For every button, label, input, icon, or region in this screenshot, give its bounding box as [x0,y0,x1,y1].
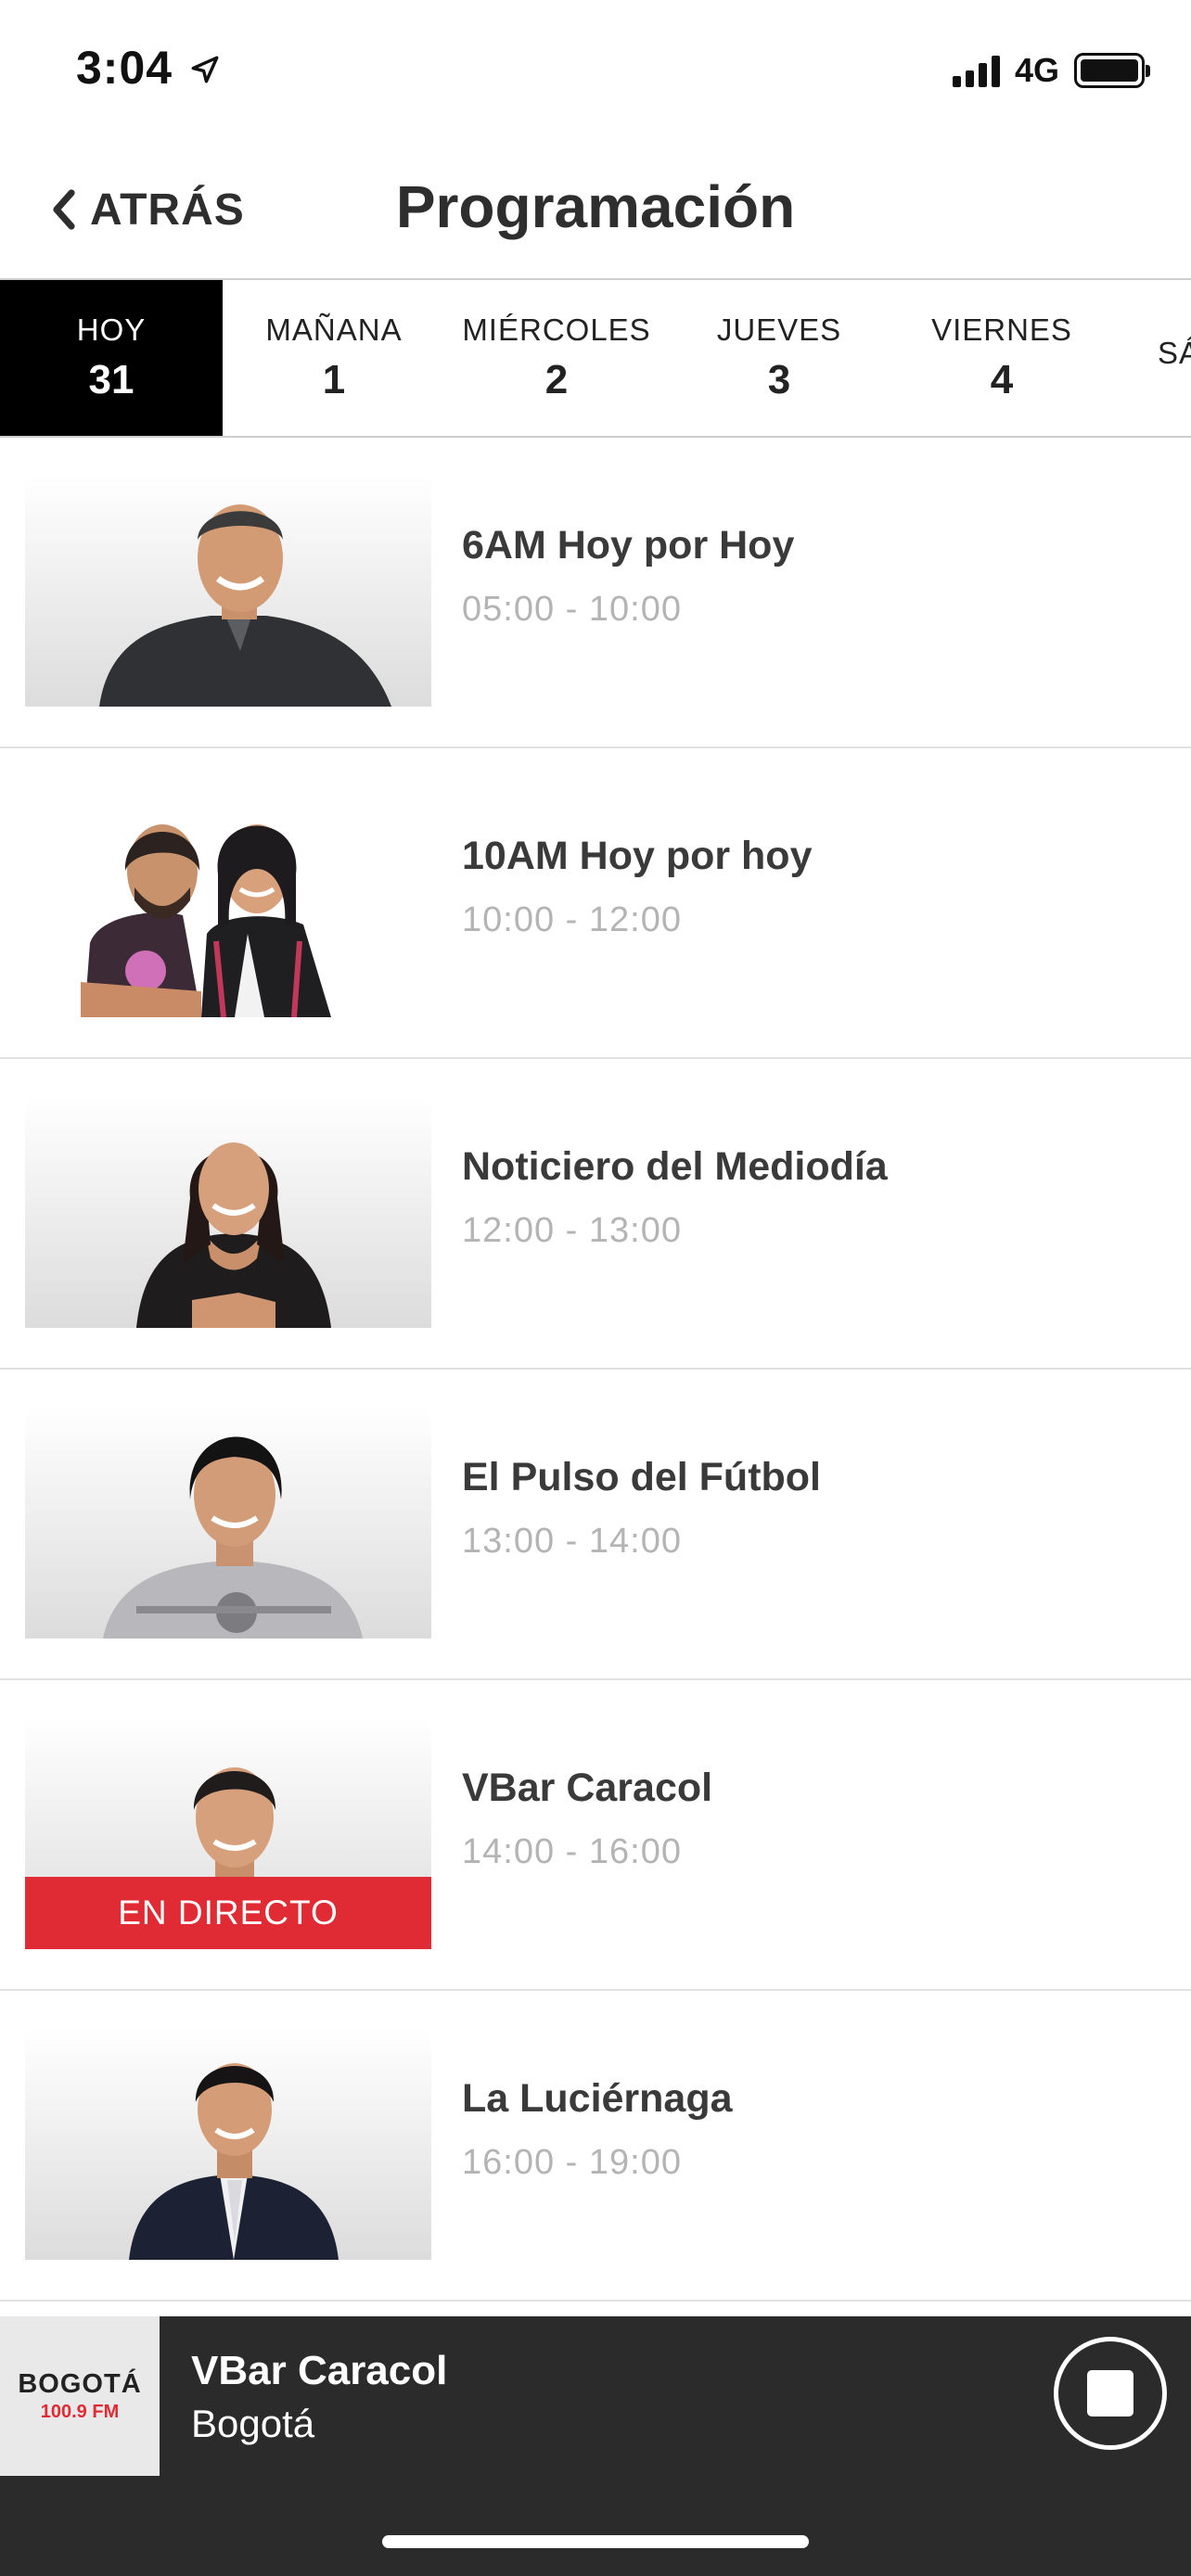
location-arrow-icon [191,56,219,83]
station-logo: BOGOTÁ 100.9 FM [0,2316,160,2476]
program-row[interactable]: La Luciérnaga 16:00 - 19:00 [0,1991,1191,2302]
program-title: 10AM Hoy por hoy [462,834,813,878]
program-list: 6AM Hoy por Hoy 05:00 - 10:00 10AM Hoy p… [0,438,1191,2302]
program-title: Noticiero del Mediodía [462,1144,888,1189]
program-title: 6AM Hoy por Hoy [462,523,795,567]
status-indicators: 4G [952,50,1150,91]
tab-day-2[interactable]: MIÉRCOLES 2 [445,280,668,436]
program-row[interactable]: 10AM Hoy por hoy 10:00 - 12:00 [0,748,1191,1059]
page-title: Programación [0,172,1191,241]
program-row[interactable]: 6AM Hoy por Hoy 05:00 - 10:00 [0,438,1191,748]
page-title-text: Programación [395,173,796,240]
tab-day-3[interactable]: JUEVES 3 [668,280,890,436]
host-photo-image [103,1436,363,1639]
tab-day-1[interactable]: MAÑANA 1 [223,280,445,436]
program-time: 10:00 - 12:00 [462,900,682,939]
tab-day-0[interactable]: HOY 31 [0,280,223,436]
now-playing-subtitle: Bogotá [191,2402,315,2445]
program-time: 05:00 - 10:00 [462,590,682,629]
host-photo-image [129,2063,339,2260]
battery-icon [1074,53,1150,88]
tab-day-name: MIÉRCOLES [462,312,651,347]
program-host-photo [25,1096,431,1328]
host-photo-image [136,1142,331,1328]
program-row[interactable]: El Pulso del Fútbol 13:00 - 14:00 [0,1370,1191,1680]
live-badge: EN DIRECTO [25,1877,431,1949]
program-row[interactable]: EN DIRECTO VBar Caracol 14:00 - 16:00 [0,1680,1191,1991]
tab-day-number: 1 [322,357,346,402]
program-row[interactable]: Noticiero del Mediodía 12:00 - 13:00 [0,1059,1191,1370]
tab-day-name: HOY [76,312,147,347]
host-photo-image [81,824,331,1017]
tab-day-name: SÁ [1158,336,1191,370]
stop-icon [1087,2370,1133,2417]
program-host-photo [25,1407,431,1639]
tab-day-number: 31 [88,357,134,402]
program-host-photo [25,475,431,707]
tab-day-number: 2 [544,357,569,402]
cellular-signal-icon [952,54,1000,87]
tab-day-number: 3 [767,357,791,402]
status-bar: 3:04 4G [0,0,1191,139]
program-time: 13:00 - 14:00 [462,1522,682,1561]
network-type: 4G [1014,51,1059,89]
station-logo-frequency: 100.9 FM [40,2402,120,2422]
stop-button[interactable] [1054,2337,1167,2450]
tab-day-name: VIERNES [931,312,1072,347]
station-logo-name: BOGOTÁ [18,2369,142,2399]
program-time: 16:00 - 19:00 [462,2143,682,2182]
host-photo-image [99,504,391,707]
tab-day-5[interactable]: SÁ [1113,280,1191,436]
nav-bar: ATRÁS Programación [0,139,1191,278]
now-playing-bar[interactable]: BOGOTÁ 100.9 FM VBar Caracol Bogotá [0,2316,1191,2576]
tab-day-name: MAÑANA [265,312,403,347]
program-host-photo [25,2028,431,2260]
program-host-photo: EN DIRECTO [25,1717,431,1949]
program-host-photo [25,785,431,1017]
tab-day-4[interactable]: VIERNES 4 [890,280,1113,436]
status-time: 3:04 [76,42,173,94]
program-title: El Pulso del Fútbol [462,1455,821,1499]
day-tabs: HOY 31 MAÑANA 1 MIÉRCOLES 2 JUEVES 3 VIE… [0,278,1191,438]
tab-day-number: 4 [990,357,1014,402]
program-title: VBar Caracol [462,1766,713,1810]
program-time: 12:00 - 13:00 [462,1211,682,1250]
now-playing-title: VBar Caracol [191,2348,448,2393]
home-indicator[interactable] [382,2535,809,2548]
tab-day-name: JUEVES [716,312,842,347]
program-time: 14:00 - 16:00 [462,1832,682,1871]
program-title: La Luciérnaga [462,2076,733,2121]
